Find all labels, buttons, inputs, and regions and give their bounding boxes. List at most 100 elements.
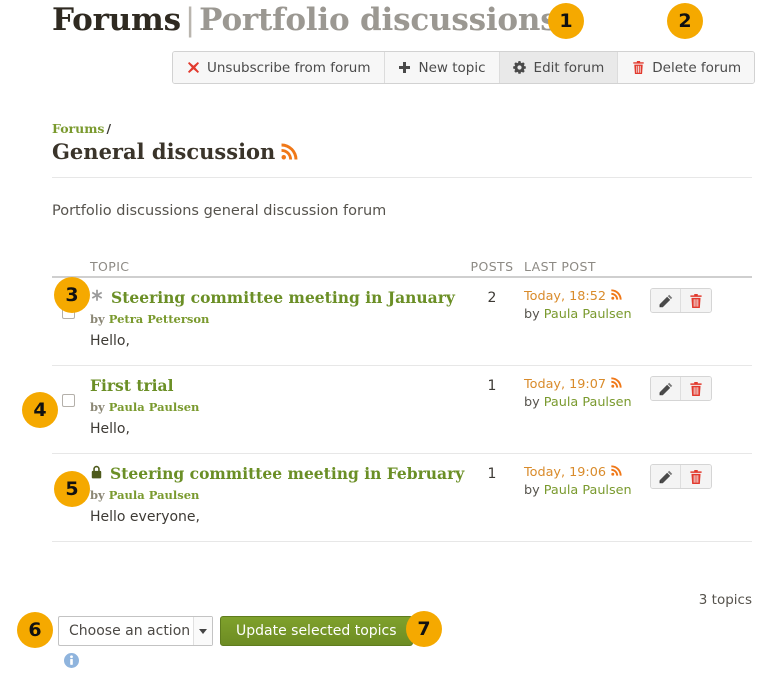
topic-cell: Steering committee meeting in January by… [52,288,460,349]
topic-snippet: Hello everyone, [90,509,460,525]
delete-topic-button[interactable] [681,377,711,400]
delete-topic-button[interactable] [681,289,711,312]
table-row: First trial by Paula Paulsen Hello, 1 To… [52,366,752,454]
last-post-time-text: Today, 18:52 [524,289,606,304]
topic-select-checkbox[interactable] [62,394,75,407]
last-post-cell: Today, 19:07 by Paula Paulsen [524,376,646,410]
topic-cell: Steering committee meeting in February b… [52,464,460,525]
topics-table: TOPIC POSTS LAST POST Steering committee… [52,246,752,542]
unsubscribe-from-forum-button[interactable]: Unsubscribe from forum [173,52,385,83]
last-post-author-link[interactable]: Paula Paulsen [544,307,632,322]
row-actions-group [650,376,712,401]
plus-icon [398,61,412,75]
edit-topic-button[interactable] [651,377,681,400]
last-post-author-link[interactable]: Paula Paulsen [544,395,632,410]
section-heading-text: General discussion [52,139,275,164]
last-post-time-link[interactable]: Today, 19:07 [524,377,646,392]
topic-by-word: by [90,488,105,502]
topic-posts-count: 1 [460,464,524,482]
info-icon[interactable] [64,653,79,672]
last-post-time-text: Today, 19:07 [524,377,606,392]
topic-posts-count: 1 [460,376,524,394]
forum-description: Portfolio discussions general discussion… [52,203,386,219]
table-row: Steering committee meeting in February b… [52,454,752,542]
row-actions-group [650,464,712,489]
section-heading: General discussion [52,139,298,164]
choose-action-select[interactable]: Choose an action [58,616,213,646]
last-post-author-line: by Paula Paulsen [524,395,646,410]
row-actions-cell [646,464,712,489]
column-header-posts: POSTS [460,259,524,274]
topic-title-text: Steering committee meeting in February [110,464,464,483]
update-selected-topics-label: Update selected topics [236,623,397,639]
topic-by-word: by [90,312,105,326]
last-post-by-word: by [524,483,540,498]
rss-icon[interactable] [281,143,298,160]
callout-badge: 3 [54,277,90,313]
topic-author-link[interactable]: Petra Petterson [109,312,210,326]
gear-icon [513,61,527,75]
last-post-author-line: by Paula Paulsen [524,483,646,498]
row-actions-cell [646,288,712,313]
chevron-down-icon [193,617,212,645]
topic-title-text: First trial [90,376,174,395]
callout-badge: 6 [17,612,53,648]
delete-forum-label: Delete forum [652,60,741,76]
edit-forum-label: Edit forum [534,60,605,76]
new-topic-label: New topic [419,60,486,76]
last-post-author-link[interactable]: Paula Paulsen [544,483,632,498]
last-post-time-text: Today, 19:06 [524,465,606,480]
table-header-row: TOPIC POSTS LAST POST [52,246,752,274]
row-actions-group [650,288,712,313]
topic-author-link[interactable]: Paula Paulsen [109,488,200,502]
forum-page: Forums|Portfolio discussions Unsubscribe… [0,0,760,681]
last-post-cell: Today, 18:52 by Paula Paulsen [524,288,646,322]
sticky-asterisk-icon [90,288,104,307]
table-row: Steering committee meeting in January by… [52,278,752,366]
topic-author-link[interactable]: Paula Paulsen [109,400,200,414]
topic-author-line: by Petra Petterson [90,312,460,326]
topics-count: 3 topics [52,592,752,608]
rss-icon[interactable] [611,289,622,304]
delete-topic-button[interactable] [681,465,711,488]
topic-title-link[interactable]: Steering committee meeting in February [90,464,460,483]
topic-cell: First trial by Paula Paulsen Hello, [52,376,460,437]
rss-icon[interactable] [611,465,622,480]
column-header-last-post: LAST POST [524,259,646,274]
last-post-time-link[interactable]: Today, 19:06 [524,465,646,480]
row-actions-cell [646,376,712,401]
last-post-time-link[interactable]: Today, 18:52 [524,289,646,304]
topic-posts-count: 2 [460,288,524,306]
update-selected-topics-button[interactable]: Update selected topics [220,616,413,646]
topic-title-link[interactable]: Steering committee meeting in January [90,288,460,307]
rss-icon[interactable] [611,377,622,392]
topic-by-word: by [90,400,105,414]
breadcrumb-separator: / [104,121,111,136]
new-topic-button[interactable]: New topic [385,52,500,83]
topic-title-link[interactable]: First trial [90,376,460,395]
edit-topic-button[interactable] [651,289,681,312]
last-post-cell: Today, 19:06 by Paula Paulsen [524,464,646,498]
edit-topic-button[interactable] [651,465,681,488]
last-post-by-word: by [524,307,540,322]
callout-badge: 2 [667,3,703,39]
callout-badge: 4 [22,392,58,428]
page-title-separator: | [181,2,199,38]
trash-icon [631,61,645,75]
callout-badge: 7 [406,611,442,647]
topic-snippet: Hello, [90,421,460,437]
breadcrumb-forums-link[interactable]: Forums [52,121,104,136]
column-header-topic: TOPIC [52,259,460,274]
callout-badge: 1 [548,3,584,39]
edit-forum-button[interactable]: Edit forum [500,52,619,83]
delete-forum-button[interactable]: Delete forum [618,52,754,83]
page-title: Forums|Portfolio discussions [52,2,557,38]
choose-action-value: Choose an action [59,623,193,639]
topic-author-line: by Paula Paulsen [90,400,460,414]
cross-icon [186,61,200,75]
breadcrumb: Forums/ [52,121,111,136]
unsubscribe-from-forum-label: Unsubscribe from forum [207,60,371,76]
forum-toolbar: Unsubscribe from forum New topic Edit fo… [172,51,755,84]
last-post-author-line: by Paula Paulsen [524,307,646,322]
last-post-by-word: by [524,395,540,410]
